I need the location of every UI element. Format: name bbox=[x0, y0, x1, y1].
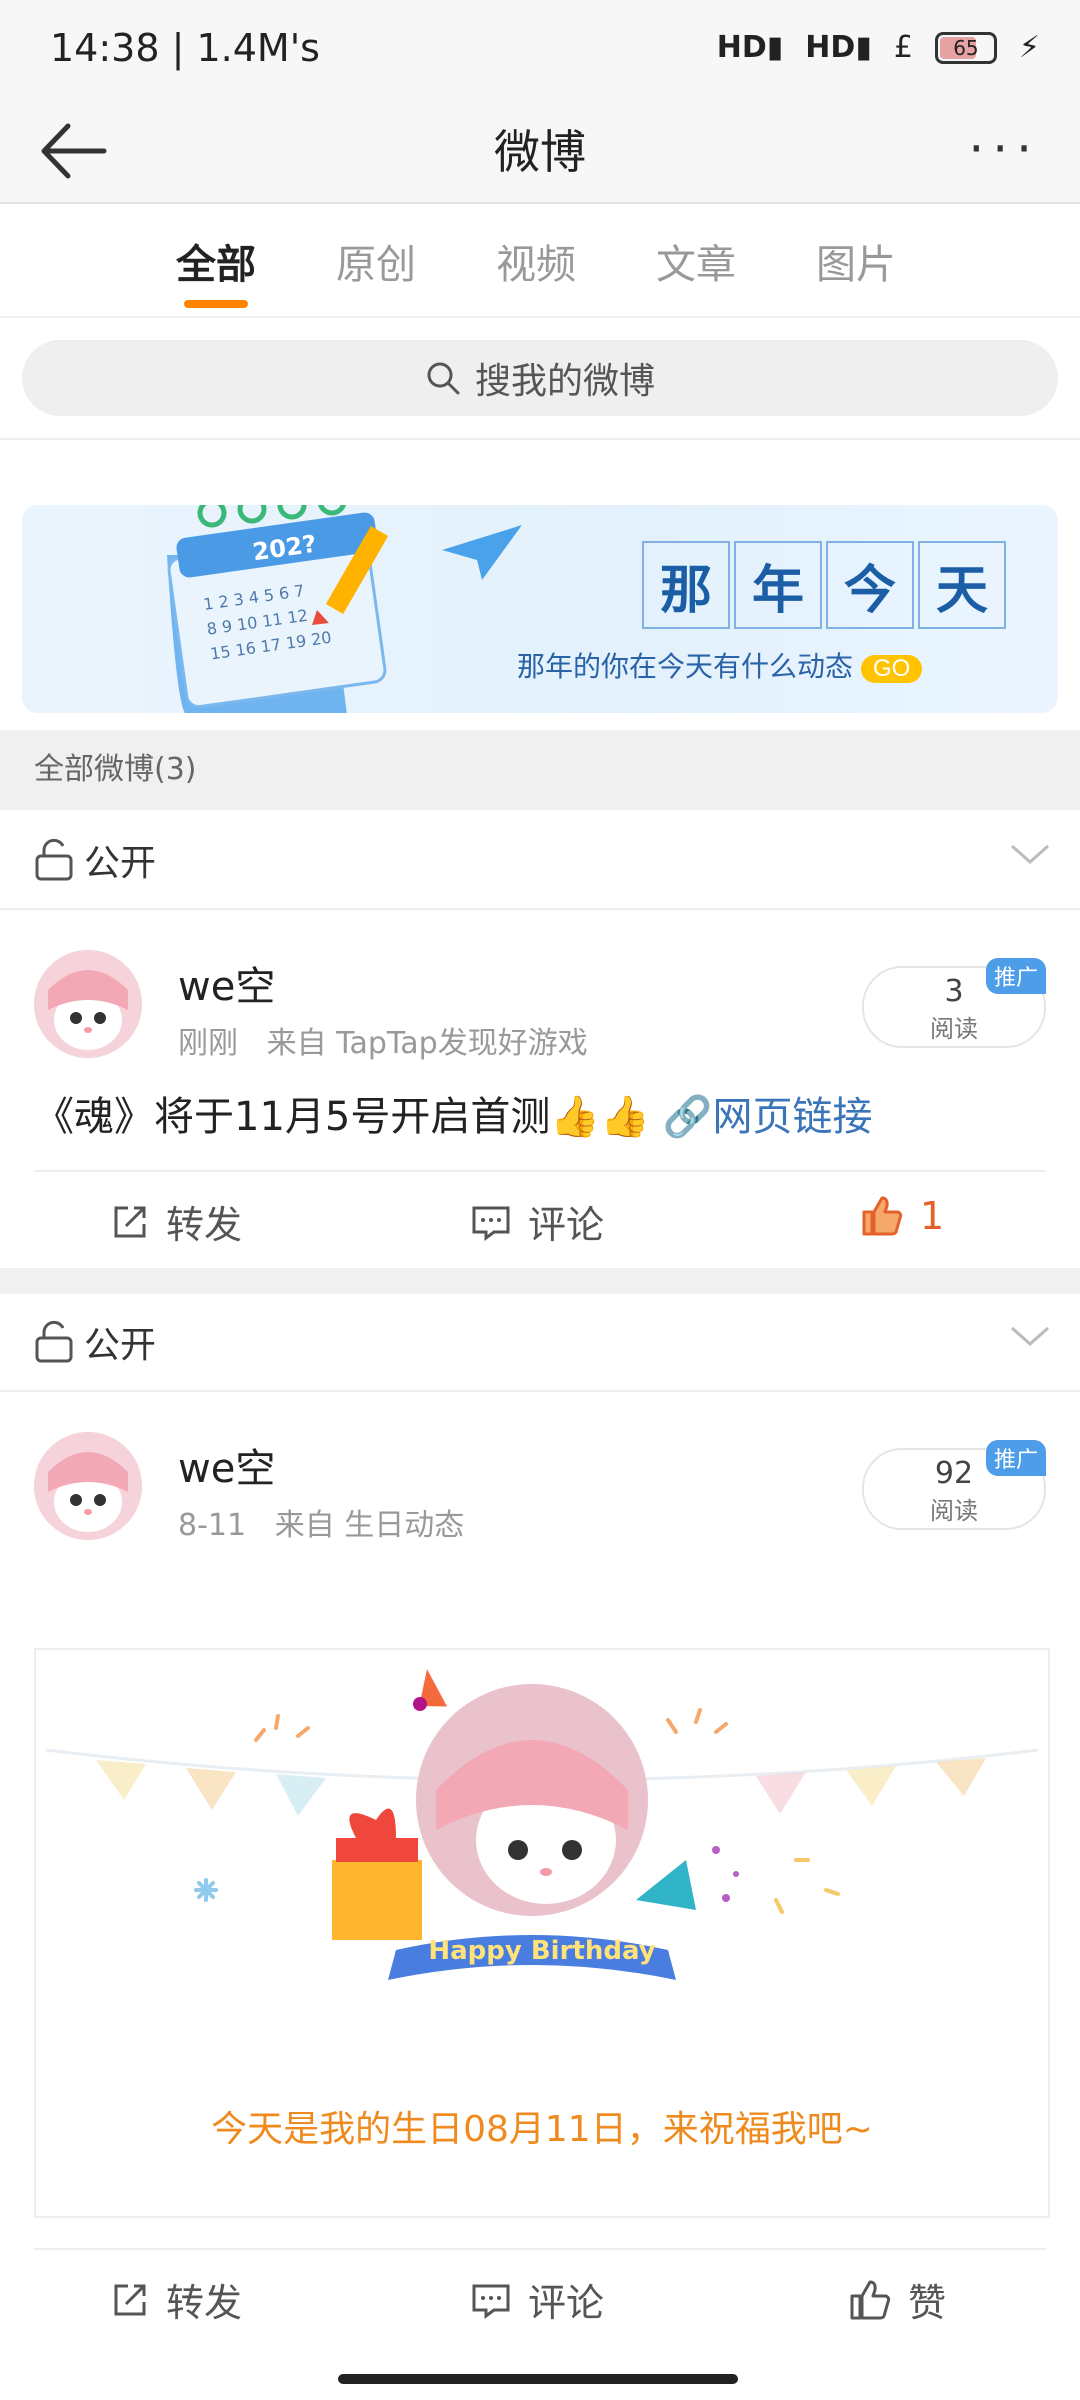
chevron-down-icon[interactable] bbox=[1010, 1324, 1050, 1348]
currency-icon: £ bbox=[893, 30, 913, 65]
signal-icon: HD▮ bbox=[716, 30, 784, 65]
charging-icon: ⚡ bbox=[1018, 30, 1040, 65]
username[interactable]: we空 bbox=[178, 954, 275, 1012]
go-button[interactable]: GO bbox=[861, 655, 923, 683]
promote-badge[interactable]: 推广 bbox=[985, 1440, 1046, 1476]
banner-title: 那 年 今 天 bbox=[642, 541, 1010, 629]
promote-badge[interactable]: 推广 bbox=[985, 958, 1046, 994]
post-separator bbox=[0, 1268, 1080, 1294]
tab-all[interactable]: 全部 bbox=[176, 232, 256, 290]
repost-icon bbox=[114, 1206, 146, 1237]
happy-birthday-banner: Happy Birthday bbox=[428, 1936, 656, 1966]
birthday-card[interactable]: Happy Birthday 今天是我的生日08月11日，来祝福我吧~ bbox=[34, 1648, 1050, 2218]
tab-article[interactable]: 文章 bbox=[656, 232, 736, 290]
privacy-row[interactable]: 公开 bbox=[0, 1294, 1080, 1392]
that-year-today-banner[interactable]: 202? 1 2 3 4 5 6 7 8 9 10 11 12 15 16 17… bbox=[22, 505, 1058, 713]
comment-icon bbox=[472, 2284, 510, 2319]
repost-button[interactable]: 转发 bbox=[110, 1194, 242, 1249]
unlock-icon bbox=[35, 838, 73, 881]
post-text: 《魂》将于11月5号开启首测👍👍 🔗网页链接 bbox=[34, 1094, 873, 1140]
link-icon: 🔗 bbox=[662, 1094, 713, 1140]
cat-avatar-image bbox=[34, 950, 142, 1058]
search-section: 搜我的微博 bbox=[0, 318, 1080, 440]
more-options-icon[interactable]: ··· bbox=[968, 124, 1040, 174]
home-indicator[interactable] bbox=[338, 2374, 738, 2384]
comment-button[interactable]: 评论 bbox=[470, 2272, 604, 2327]
repost-button[interactable]: 转发 bbox=[110, 2272, 242, 2327]
birthday-illustration bbox=[45, 1669, 1039, 1980]
page-title: 微博 bbox=[494, 125, 586, 179]
calendar-illustration: 202? 1 2 3 4 5 6 7 8 9 10 11 12 15 16 17… bbox=[167, 505, 389, 713]
post-meta: 8-11 来自 生日动态 bbox=[178, 1508, 465, 1543]
tab-picture[interactable]: 图片 bbox=[816, 232, 896, 290]
battery-icon: 65 bbox=[934, 31, 997, 64]
comment-button[interactable]: 评论 bbox=[470, 1194, 604, 1249]
search-icon bbox=[427, 362, 460, 395]
post-header: we空 8-11 来自 生日动态 92 阅读 推广 bbox=[0, 1392, 1080, 1552]
privacy-label: 公开 bbox=[84, 843, 157, 884]
post-header: we空 刚刚 来自 TapTap发现好游戏 3 阅读 推广 bbox=[0, 910, 1080, 1070]
comment-icon bbox=[472, 1206, 510, 1241]
avatar[interactable] bbox=[34, 1432, 142, 1540]
avatar[interactable] bbox=[34, 950, 142, 1058]
tab-original[interactable]: 原创 bbox=[336, 232, 416, 290]
repost-icon bbox=[114, 2284, 146, 2315]
post-actions: 转发 评论 1 bbox=[34, 1170, 1046, 1268]
banner-subtitle: 那年的你在今天有什么动态 GO bbox=[517, 645, 923, 685]
privacy-row[interactable]: 公开 bbox=[0, 812, 1080, 910]
privacy-label: 公开 bbox=[84, 1325, 157, 1366]
read-count-pill[interactable]: 3 阅读 推广 bbox=[862, 958, 1046, 1048]
top-nav: 微博 ··· bbox=[0, 100, 1080, 204]
thumbs-up-icon bbox=[850, 2280, 891, 2319]
birthday-message: 今天是我的生日08月11日，来祝福我吧~ bbox=[211, 2109, 873, 2150]
status-bar: 14:38 | 1.4M's HD▮ HD▮ £ 65 ⚡ bbox=[0, 0, 1080, 100]
active-tab-indicator bbox=[184, 300, 248, 308]
post-meta: 刚刚 来自 TapTap发现好游戏 bbox=[178, 1026, 588, 1061]
thumbs-up-icon bbox=[862, 1196, 903, 1236]
like-button[interactable]: 赞 bbox=[848, 2272, 946, 2327]
signal-icon-2: HD▮ bbox=[805, 30, 872, 65]
unlock-icon bbox=[35, 1320, 73, 1363]
search-placeholder: 搜我的微博 bbox=[474, 361, 655, 402]
paper-plane-icon bbox=[442, 525, 522, 580]
search-input[interactable]: 搜我的微博 bbox=[22, 340, 1058, 416]
cat-avatar-image bbox=[34, 1432, 142, 1540]
chevron-down-icon[interactable] bbox=[1010, 842, 1050, 866]
post-actions: 转发 评论 赞 bbox=[34, 2248, 1046, 2346]
read-count-pill[interactable]: 92 阅读 推广 bbox=[862, 1440, 1046, 1530]
web-link[interactable]: 🔗网页链接 bbox=[663, 1094, 873, 1140]
weibo-count-label: 全部微博(3) bbox=[0, 730, 1080, 810]
status-time: 14:38 | 1.4M's bbox=[50, 26, 320, 70]
filter-tabs: 全部 原创 视频 文章 图片 bbox=[0, 204, 1080, 318]
tab-video[interactable]: 视频 bbox=[496, 232, 576, 290]
like-button[interactable]: 1 bbox=[860, 1194, 944, 1238]
username[interactable]: we空 bbox=[178, 1436, 275, 1494]
